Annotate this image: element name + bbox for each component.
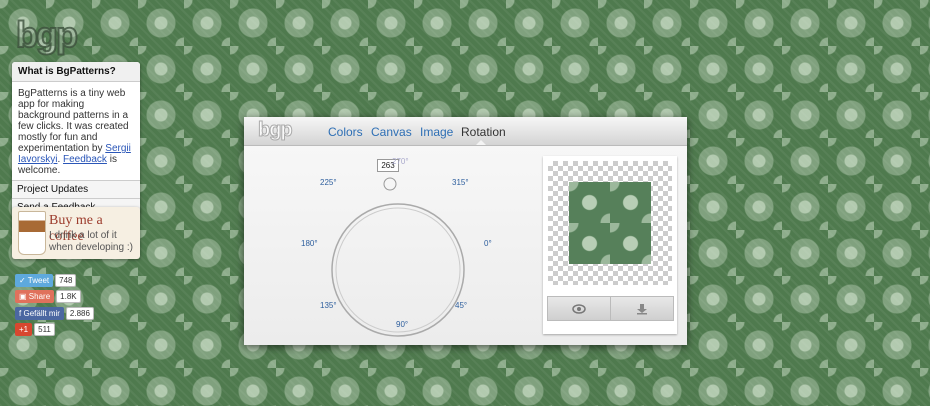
about-title: What is BgPatterns? xyxy=(12,62,140,82)
gplus-row: +1 511 xyxy=(15,321,55,339)
about-text: BgPatterns is a tiny web app for making … xyxy=(12,82,140,180)
tab-rotation[interactable]: Rotation xyxy=(461,125,506,139)
label-135: 135° xyxy=(320,301,337,310)
dial-handle[interactable] xyxy=(383,177,397,191)
label-0: 0° xyxy=(484,239,492,248)
like-count: 2.886 xyxy=(65,307,94,321)
share-row: ▣ Share 1.8K xyxy=(15,288,81,306)
tweet-button[interactable]: ✓ Tweet xyxy=(15,274,54,288)
tab-image[interactable]: Image xyxy=(420,125,453,139)
label-270: 270° xyxy=(392,157,409,166)
tweet-count: 748 xyxy=(55,274,77,288)
pattern-preview xyxy=(543,156,677,334)
tab-canvas[interactable]: Canvas xyxy=(371,125,412,139)
transparency-checker xyxy=(548,161,672,285)
share-count: 1.8K xyxy=(56,290,81,304)
eye-icon xyxy=(572,303,586,314)
pattern-thumbnail xyxy=(569,182,651,264)
download-button[interactable] xyxy=(610,296,674,321)
editor-toolbar: bgp Colors Canvas Image Rotation xyxy=(244,117,687,146)
buy-coffee-button[interactable]: Buy me a coffee I drink a lot of it when… xyxy=(12,207,140,259)
facebook-icon: f xyxy=(19,309,22,319)
coffee-cup-icon xyxy=(18,211,46,255)
about-period: . xyxy=(57,154,61,165)
label-315: 315° xyxy=(452,178,469,187)
editor-panel: bgp Colors Canvas Image Rotation 263 270… xyxy=(244,117,687,345)
gplus-count: 511 xyxy=(34,323,55,337)
project-updates-link[interactable]: Project Updates xyxy=(12,180,140,198)
twitter-icon: ✓ xyxy=(19,276,26,286)
dial-inner-ring xyxy=(335,207,461,333)
dial-outer-ring xyxy=(331,203,465,337)
tab-colors[interactable]: Colors xyxy=(328,125,363,139)
about-box: What is BgPatterns? BgPatterns is a tiny… xyxy=(12,62,140,216)
label-45: 45° xyxy=(455,301,468,310)
coffee-subtitle: I drink a lot of it when developing :) xyxy=(49,230,133,253)
editor-logo: bgp xyxy=(258,119,294,142)
feedback-link[interactable]: Feedback xyxy=(63,154,107,165)
gplus-button[interactable]: +1 xyxy=(15,323,33,337)
active-tab-caret xyxy=(476,140,486,145)
share-icon: ▣ xyxy=(19,292,27,302)
share-button[interactable]: ▣ Share xyxy=(15,290,55,304)
rotation-workspace: 263 270° 225° 315° 180° 0° 135° 45° 90° xyxy=(244,146,687,345)
preview-button[interactable] xyxy=(547,296,611,321)
download-icon xyxy=(637,303,647,314)
tweet-label: Tweet xyxy=(27,276,50,286)
like-label: Gefällt mir xyxy=(23,309,60,319)
label-180: 180° xyxy=(301,239,318,248)
label-90: 90° xyxy=(396,320,409,329)
facebook-like-button[interactable]: f Gefällt mir xyxy=(15,307,64,321)
label-225: 225° xyxy=(320,178,337,187)
bgpatterns-logo[interactable]: bgp xyxy=(15,13,79,56)
share-label: Share xyxy=(28,292,51,302)
